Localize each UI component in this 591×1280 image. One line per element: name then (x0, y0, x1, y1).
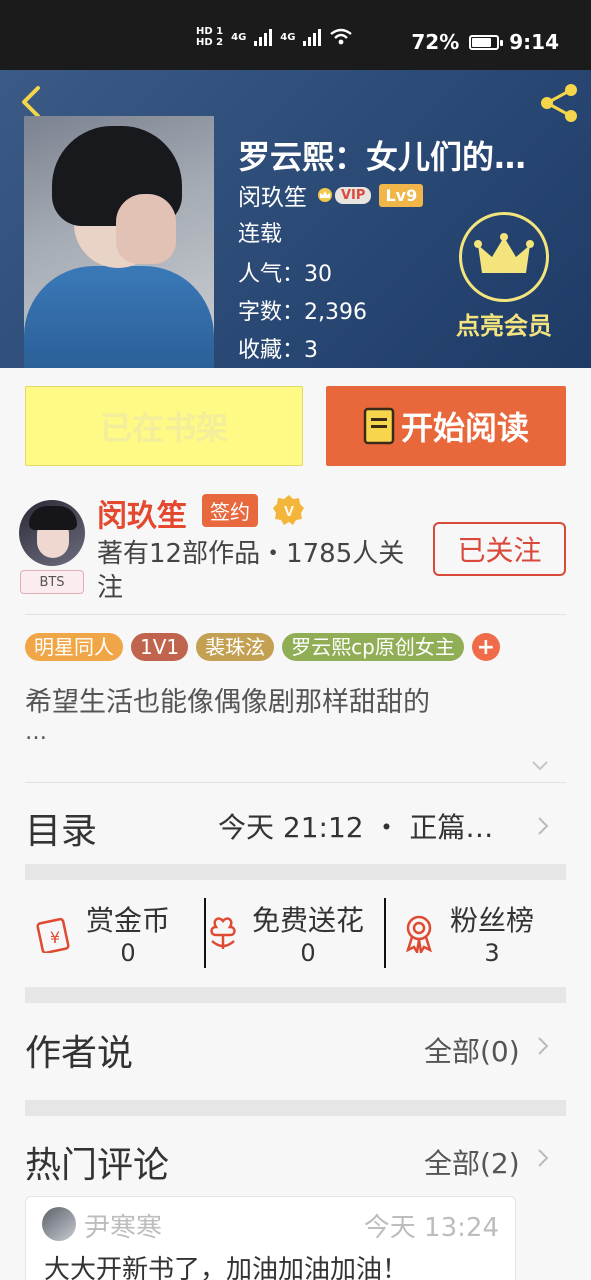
book-author-line[interactable]: 闵玖笙 VIP Lv9 (238, 178, 424, 212)
book-intro[interactable]: 希望生活也能像偶像剧那样甜甜的 (25, 686, 535, 720)
book-word-count: 字数：2,396 (238, 300, 367, 325)
hd-indicator: HD 1 HD 2 (196, 26, 223, 48)
reward-count: 0 (300, 939, 316, 967)
intro-ellipsis: … (25, 720, 47, 745)
book-title: 罗云熙：女儿们的… (238, 138, 527, 176)
vip-badge: VIP (335, 186, 372, 204)
status-bar: HD 1 HD 2 4G 4G 72% 9:14 (0, 0, 591, 70)
reward-count: 0 (120, 939, 136, 967)
book-popularity: 人气：30 (238, 262, 332, 287)
signal-indicators: HD 1 HD 2 4G 4G (196, 26, 353, 48)
signal-bars-2-icon (303, 28, 322, 46)
add-tag-button[interactable]: + (471, 633, 500, 661)
author-says-title: 作者说 (25, 1033, 134, 1074)
level-badge: Lv9 (379, 183, 424, 207)
comment-text: 大大开新书了，加油加油加油！ (44, 1255, 409, 1280)
flower-icon (210, 917, 236, 949)
commenter-name[interactable]: 尹寒寒 (84, 1207, 162, 1244)
book-status: 连载 (238, 222, 283, 247)
divider (25, 782, 566, 783)
fan-badge: BTS (20, 570, 84, 594)
hd2-label: HD 2 (196, 37, 224, 48)
comment-time: 今天 13:24 (363, 1213, 499, 1243)
verified-mark: V (284, 503, 294, 520)
divider (384, 898, 386, 968)
status-right: 72% 9:14 (411, 30, 559, 54)
free-flower-button[interactable]: 免费送花 0 (204, 896, 364, 970)
battery-fill (472, 37, 491, 47)
fan-rank-button[interactable]: 粉丝榜 3 (400, 896, 534, 970)
book-header: 罗云熙：女儿们的… 闵玖笙 VIP Lv9 连载 人气：30 字数：2,396 … (0, 70, 591, 368)
author-works-count: 著有12部作品・1785人关注 (97, 539, 405, 603)
hot-comments-all-link[interactable]: 全部(2) (424, 1142, 520, 1182)
wifi-icon (330, 28, 353, 45)
section-separator (25, 1100, 566, 1116)
catalog-latest-update[interactable]: 今天 21:12 ・ 正篇… (218, 806, 493, 846)
clock: 9:14 (509, 30, 559, 54)
vip-crown-icon (318, 188, 332, 202)
verified-icon: V (273, 495, 304, 525)
battery-percent: 72% (411, 30, 460, 54)
signed-badge: 签约 (202, 494, 258, 527)
chevron-down-icon[interactable] (530, 758, 550, 774)
commenter-avatar[interactable] (42, 1207, 76, 1241)
comment-card[interactable]: 尹寒寒 今天 13:24 大大开新书了，加油加油加油！ (25, 1196, 516, 1280)
crown-icon (459, 212, 549, 302)
chevron-right-icon[interactable] (536, 1035, 550, 1057)
author-says-all-link[interactable]: 全部(0) (424, 1030, 520, 1070)
signal-bars-icon (254, 28, 273, 46)
battery-icon (469, 34, 504, 50)
catalog-title[interactable]: 目录 (25, 802, 97, 854)
network-label: 4G (231, 31, 247, 43)
start-reading-label: 开始阅读 (400, 409, 529, 447)
tag-item[interactable]: 罗云熙cp原创女主 (282, 633, 464, 661)
svg-text:¥: ¥ (50, 928, 60, 947)
divider (25, 614, 566, 615)
book-author: 闵玖笙 (238, 185, 307, 211)
hot-comments-title: 热门评论 (25, 1145, 170, 1186)
member-label: 点亮会员 (456, 312, 552, 340)
follow-button[interactable]: 已关注 (433, 522, 566, 576)
tag-item[interactable]: 明星同人 (25, 633, 123, 661)
author-name[interactable]: 闵玖笙 (97, 491, 187, 535)
reward-label: 粉丝榜 (450, 904, 535, 937)
author-avatar[interactable] (19, 500, 85, 566)
chevron-right-icon[interactable] (536, 1147, 550, 1169)
chevron-right-icon[interactable] (536, 815, 550, 837)
section-separator (25, 987, 566, 1003)
tag-item[interactable]: 1V1 (131, 633, 189, 661)
red-envelope-icon: ¥ (36, 917, 70, 953)
start-reading-button[interactable]: 开始阅读 (326, 386, 566, 466)
reward-coins-button[interactable]: ¥ 赏金币 0 (36, 896, 170, 970)
in-shelf-button[interactable]: 已在书架 (25, 386, 303, 466)
network-label-2: 4G (280, 31, 296, 43)
book-icon (363, 407, 395, 445)
hd1-label: HD 1 (196, 26, 224, 37)
tag-item[interactable]: 裴珠泫 (196, 633, 275, 661)
reward-label: 免费送花 (252, 904, 365, 937)
reward-label: 赏金币 (86, 904, 171, 937)
book-cover-image[interactable] (24, 116, 214, 368)
member-button[interactable]: 点亮会员 (446, 212, 562, 341)
reward-count: 3 (484, 939, 500, 967)
medal-icon (405, 915, 433, 953)
share-icon[interactable] (537, 80, 583, 126)
section-separator (25, 864, 566, 880)
book-favorites: 收藏：3 (238, 338, 318, 363)
tag-list: 明星同人 1V1 裴珠泫 罗云熙cp原创女主 + (25, 633, 500, 661)
